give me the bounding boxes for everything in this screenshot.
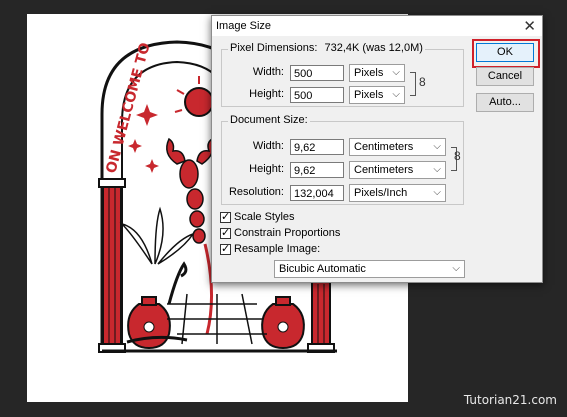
resample-method-select[interactable]: Bicubic Automatic ⌵ [274, 260, 465, 278]
resample-method-value: Bicubic Automatic [279, 263, 366, 275]
doc-height-unit-value: Centimeters [354, 164, 414, 176]
resample-image-label: Resample Image: [234, 243, 321, 255]
pixel-width-input[interactable]: 500 [290, 65, 344, 81]
image-size-dialog: Image Size ✕ Pixel Dimensions: 732,4K (w… [211, 15, 543, 283]
constrain-proportions-checkbox[interactable]: ✓ [220, 227, 231, 239]
pixel-dimensions-label: Pixel Dimensions: [230, 42, 318, 54]
chevron-down-icon: ⌵ [392, 67, 400, 78]
cancel-button[interactable]: Cancel [476, 67, 534, 86]
resample-image-checkbox[interactable]: ✓ [220, 243, 231, 255]
dialog-title: Image Size [216, 20, 272, 32]
chevron-down-icon: ⌵ [452, 263, 460, 274]
scale-styles-checkbox[interactable]: ✓ [220, 211, 231, 223]
pixel-dimensions-value: 732,4K (was 12,0M) [324, 42, 423, 54]
doc-width-unit-value: Centimeters [354, 141, 414, 153]
watermark: Tutorian21.com [463, 393, 557, 407]
pixel-height-unit-value: Pixels [354, 89, 384, 101]
constrain-proportions-label: Constrain Proportions [234, 227, 341, 239]
document-size-group: Document Size: Width: 9,62 Centimeters ⌵… [221, 114, 464, 205]
dialog-titlebar[interactable]: Image Size ✕ [212, 16, 542, 36]
pixel-width-unit-value: Pixels [354, 67, 384, 79]
pixel-height-unit-select[interactable]: Pixels ⌵ [349, 86, 405, 104]
doc-width-unit-select[interactable]: Centimeters ⌵ [349, 138, 446, 156]
check-icon: ✓ [221, 211, 231, 223]
resolution-unit-select[interactable]: Pixels/Inch ⌵ [349, 184, 446, 202]
ok-button[interactable]: OK [476, 43, 534, 62]
auto-button[interactable]: Auto... [476, 93, 534, 112]
doc-width-label: Width: [252, 140, 284, 152]
pixel-height-input[interactable]: 500 [290, 87, 344, 103]
chevron-down-icon: ⌵ [433, 187, 441, 198]
check-icon: ✓ [221, 227, 231, 239]
pixel-width-label: Width: [252, 66, 284, 78]
scale-styles-label: Scale Styles [234, 211, 295, 223]
link-icon: 8 [419, 75, 426, 89]
resolution-label: Resolution: [228, 186, 284, 198]
resolution-unit-value: Pixels/Inch [354, 187, 408, 199]
resolution-input[interactable]: 132,004 [290, 185, 344, 201]
pixel-width-unit-select[interactable]: Pixels ⌵ [349, 64, 405, 82]
pixel-height-label: Height: [249, 88, 284, 100]
chevron-down-icon: ⌵ [433, 141, 441, 152]
chevron-down-icon: ⌵ [433, 164, 441, 175]
link-icon: 8 [454, 149, 461, 163]
check-icon: ✓ [221, 243, 231, 255]
pixel-link-bracket [410, 72, 416, 96]
chevron-down-icon: ⌵ [392, 89, 400, 100]
close-icon[interactable]: ✕ [523, 17, 536, 35]
pixel-dimensions-group: Pixel Dimensions: 732,4K (was 12,0M) Wid… [221, 42, 464, 107]
doc-width-input[interactable]: 9,62 [290, 139, 344, 155]
document-size-label: Document Size: [228, 114, 310, 126]
doc-height-input[interactable]: 9,62 [290, 162, 344, 178]
doc-height-label: Height: [249, 163, 284, 175]
doc-height-unit-select[interactable]: Centimeters ⌵ [349, 161, 446, 179]
